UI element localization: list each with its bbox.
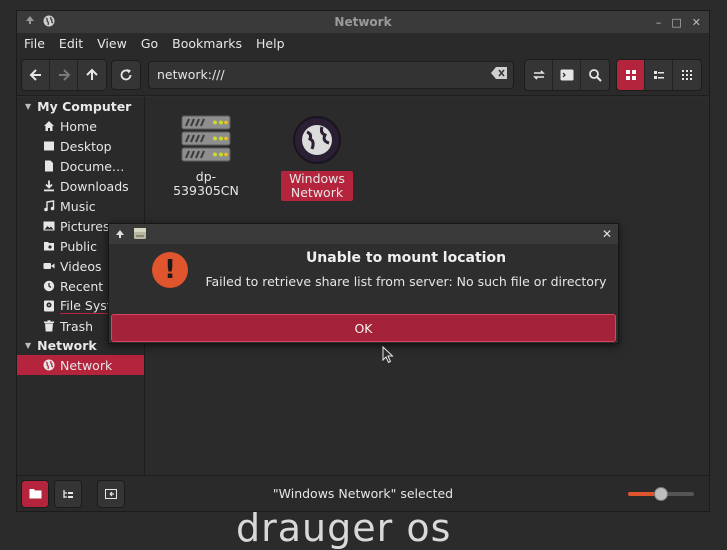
document-icon (42, 160, 56, 172)
file-label-selected: Windows Network (281, 171, 353, 201)
desktop-icon (42, 140, 56, 152)
folder-icon (29, 489, 41, 499)
up-button[interactable] (78, 60, 106, 90)
globe-icon (42, 359, 56, 371)
grid-icon (625, 69, 636, 80)
sidebar-item-documents[interactable]: Docume… (17, 156, 144, 176)
sidebar-item-music[interactable]: Music (17, 196, 144, 216)
menu-file[interactable]: File (24, 36, 52, 51)
navigation-group (21, 58, 107, 91)
sidebar-header-my-computer[interactable]: ▼ My Computer (17, 97, 144, 116)
dialog-body: ! Unable to mount location Failed to ret… (109, 244, 618, 314)
icon-view-button[interactable] (617, 59, 645, 90)
music-icon (42, 200, 56, 212)
forward-button[interactable] (50, 59, 78, 90)
globe-icon (281, 115, 353, 165)
back-button[interactable] (22, 59, 50, 90)
terminal-button[interactable] (553, 59, 581, 90)
hide-sidebar-button[interactable] (97, 479, 125, 508)
dialog-title: Unable to mount location (305, 250, 507, 266)
compact-grid-icon (682, 69, 692, 80)
clock-icon (42, 280, 56, 292)
window-up-icon[interactable] (25, 15, 35, 29)
view-mode-group (616, 58, 702, 91)
search-icon (589, 68, 602, 82)
dialog-close-button[interactable]: ✕ (602, 227, 612, 241)
public-folder-icon (42, 240, 56, 252)
dialog-titlebar[interactable]: ✕ (109, 224, 618, 244)
sidebar-item-home[interactable]: Home (17, 116, 144, 136)
home-icon (42, 120, 56, 132)
show-places-button[interactable] (21, 479, 49, 508)
arrow-right-icon (58, 68, 70, 81)
menubar: File Edit View Go Bookmarks Help (17, 33, 709, 54)
server-icon (165, 115, 247, 163)
drive-icon (42, 300, 56, 312)
clear-location-icon[interactable] (491, 67, 507, 82)
toolbar: network:/// (17, 54, 709, 96)
tree-icon (63, 489, 73, 498)
minimize-button[interactable]: – (656, 16, 662, 29)
window-titlebar[interactable]: Network – □ ✕ (17, 11, 709, 33)
tools-group (524, 58, 610, 91)
reload-icon (120, 68, 132, 80)
reload-button[interactable] (111, 59, 141, 90)
close-button[interactable]: ✕ (692, 16, 701, 29)
menu-help[interactable]: Help (256, 36, 292, 51)
list-view-button[interactable] (645, 59, 673, 90)
drive-icon (133, 226, 147, 243)
video-icon (42, 260, 56, 272)
toggle-location-button[interactable] (525, 59, 553, 90)
mouse-cursor-icon (382, 345, 394, 367)
globe-icon (43, 15, 55, 30)
swap-icon (532, 69, 545, 80)
trash-icon (42, 320, 56, 332)
menu-bookmarks[interactable]: Bookmarks (172, 36, 249, 51)
download-icon (42, 180, 56, 192)
location-bar[interactable]: network:/// (148, 60, 514, 89)
ok-button[interactable]: OK (111, 314, 616, 342)
menu-view[interactable]: View (97, 36, 134, 51)
file-label: dp-539305CN (173, 169, 239, 198)
arrow-left-icon (29, 68, 41, 81)
dialog-up-icon[interactable] (115, 227, 125, 242)
sidebar-toggle-icon (105, 488, 117, 499)
error-dialog: ✕ ! Unable to mount location Failed to r… (108, 223, 619, 344)
sidebar-item-desktop[interactable]: Desktop (17, 136, 144, 156)
compact-view-button[interactable] (673, 60, 701, 90)
sidebar-item-network[interactable]: Network (17, 355, 144, 375)
search-button[interactable] (581, 60, 609, 90)
terminal-icon (560, 69, 573, 80)
zoom-slider-knob[interactable] (654, 487, 668, 501)
maximize-button[interactable]: □ (671, 16, 681, 29)
file-item-server[interactable]: dp-539305CN (165, 115, 247, 199)
list-icon (653, 70, 664, 79)
menu-edit[interactable]: Edit (59, 36, 90, 51)
statusbar: "Windows Network" selected (17, 475, 709, 511)
window-title: Network (334, 15, 392, 29)
picture-icon (42, 220, 56, 232)
zoom-slider[interactable] (628, 487, 694, 501)
show-treeview-button[interactable] (54, 479, 82, 508)
menu-go[interactable]: Go (141, 36, 165, 51)
location-input[interactable]: network:/// (157, 67, 491, 82)
dialog-message: Failed to retrieve share list from serve… (205, 274, 607, 289)
file-item-windows-network[interactable]: Windows Network (281, 115, 353, 201)
sidebar-item-downloads[interactable]: Downloads (17, 176, 144, 196)
arrow-up-icon (86, 68, 98, 80)
